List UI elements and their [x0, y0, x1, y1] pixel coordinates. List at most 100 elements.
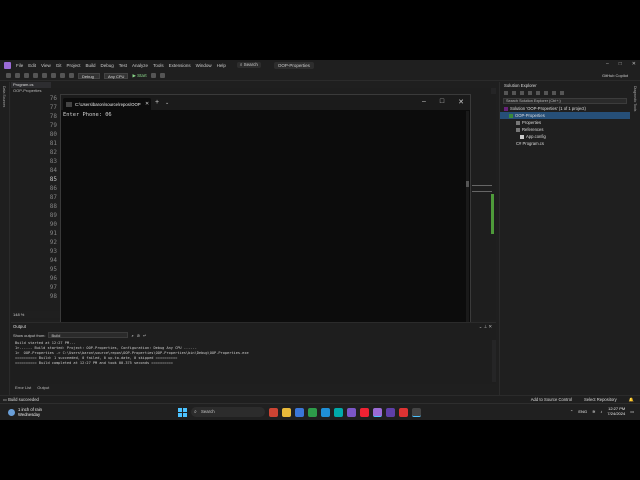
close-icon[interactable]: ✕ [488, 324, 492, 329]
tab-error-list[interactable]: Error List [15, 384, 31, 392]
terminal-window[interactable]: C:\Users\baron\source\repos\OOP ✕ + ⌄ – … [60, 94, 471, 326]
tree-node-references[interactable]: References [500, 126, 630, 133]
new-item-icon[interactable] [24, 73, 29, 78]
terminal-output[interactable]: Enter Phone: 06 [63, 112, 112, 118]
search-menu-button[interactable]: ⌕ Search [236, 62, 261, 68]
tree-node-app-config[interactable]: App.config [500, 133, 630, 140]
edge-icon[interactable] [321, 407, 330, 417]
menu-tools[interactable]: Tools [153, 63, 164, 68]
menu-bar: File Edit View Git Project Build Debug T… [0, 60, 640, 70]
file-explorer-icon[interactable] [282, 407, 291, 417]
home-icon[interactable] [520, 91, 524, 95]
settings-icon[interactable] [560, 91, 564, 95]
line-number: 87 [49, 194, 57, 201]
menu-help[interactable]: Help [217, 63, 226, 68]
menu-view[interactable]: View [41, 63, 51, 68]
language-indicator[interactable]: ENG [578, 409, 587, 414]
terminal-scroll-thumb[interactable] [466, 181, 469, 187]
wifi-icon[interactable]: ≋ [592, 409, 595, 414]
widgets-icon[interactable] [269, 407, 278, 417]
tree-node-program-cs[interactable]: C# Program.cs [500, 140, 630, 147]
weather-widget[interactable]: 1 inch of rain Wednesday [8, 407, 42, 417]
output-scrollbar[interactable] [492, 340, 496, 382]
refresh-icon[interactable] [544, 91, 548, 95]
start-without-debug-icon[interactable] [150, 73, 156, 78]
configuration-select[interactable]: Debug [78, 72, 100, 79]
select-repository-button[interactable]: Select Repository [584, 396, 617, 403]
save-icon[interactable] [42, 73, 47, 78]
visual-studio-icon[interactable] [373, 407, 382, 417]
terminal-tab[interactable]: C:\Users\baron\source\repos\OOP ✕ [63, 98, 151, 110]
menu-analyze[interactable]: Analyze [132, 63, 148, 68]
store-icon[interactable] [334, 407, 343, 417]
undo-icon[interactable] [60, 73, 65, 78]
close-tab-icon[interactable]: ✕ [145, 101, 149, 107]
output-panel-controls: ⌄ ⊥ ✕ [479, 324, 492, 330]
xbox-icon[interactable] [308, 407, 317, 417]
menu-window[interactable]: Window [196, 63, 212, 68]
clear-all-icon[interactable]: ⊘ [137, 333, 140, 338]
output-source-select[interactable]: Build [48, 332, 129, 338]
minimize-icon[interactable]: – [422, 98, 426, 106]
back-icon[interactable] [504, 91, 508, 95]
save-all-icon[interactable] [51, 73, 56, 78]
notification-center-icon[interactable]: ▭ [630, 409, 634, 414]
volume-icon[interactable]: ♪ [600, 409, 602, 414]
close-icon[interactable]: ✕ [458, 98, 464, 106]
taskbar-search-box[interactable]: Search [191, 407, 265, 417]
menu-edit[interactable]: Edit [28, 63, 36, 68]
platform-select[interactable]: Any CPU [104, 72, 129, 79]
maximize-icon[interactable]: □ [440, 98, 444, 106]
data-sources-tab[interactable]: Data Sources [2, 86, 6, 107]
chrome-icon[interactable] [399, 407, 408, 417]
tab-output[interactable]: Output [37, 384, 49, 392]
tree-node-label: App.config [526, 134, 546, 139]
add-to-source-control-button[interactable]: Add to Source Control [531, 396, 572, 403]
menu-file[interactable]: File [16, 63, 23, 68]
github-copilot-button[interactable]: GitHub Copilot [602, 73, 628, 78]
menu-test[interactable]: Test [119, 63, 127, 68]
forward-icon[interactable] [512, 91, 516, 95]
windows-start-icon[interactable] [178, 407, 187, 417]
sync-icon[interactable] [536, 91, 540, 95]
minimize-icon[interactable]: – [606, 61, 609, 67]
mail-icon[interactable] [295, 407, 304, 417]
media-player-icon[interactable] [360, 407, 369, 417]
redo-icon[interactable] [69, 73, 74, 78]
menu-build[interactable]: Build [86, 63, 96, 68]
clock[interactable]: 12:27 PM 7/24/2024 [607, 406, 625, 416]
collapse-all-icon[interactable] [552, 91, 556, 95]
tree-node-properties[interactable]: Properties [500, 119, 630, 126]
terminal-scrollbar[interactable] [466, 111, 469, 325]
editor-breadcrumb[interactable]: OOP-Properties [11, 88, 41, 93]
start-debug-button[interactable]: ▶ Start [132, 73, 146, 79]
diagnostic-tools-tab[interactable]: Diagnostic Tools [633, 86, 637, 111]
terminal-titlebar[interactable]: C:\Users\baron\source\repos\OOP ✕ + ⌄ – … [61, 95, 470, 110]
solution-search-input[interactable]: Search Solution Explorer (Ctrl+;) [503, 98, 627, 104]
chevron-down-icon[interactable]: ⌄ [165, 100, 169, 106]
menu-git[interactable]: Git [56, 63, 62, 68]
forward-icon[interactable] [15, 73, 20, 78]
onenote-icon[interactable] [386, 407, 395, 417]
back-icon[interactable] [6, 73, 11, 78]
terminal-app-icon[interactable] [347, 407, 356, 417]
line-number: 82 [49, 149, 57, 156]
close-icon[interactable]: ✕ [632, 61, 636, 67]
menu-debug[interactable]: Debug [101, 63, 114, 68]
output-text[interactable]: Build started at 12:27 PM... 1>------ Bu… [15, 341, 249, 366]
tree-node-project[interactable]: OOP-Properties [500, 112, 630, 119]
new-tab-icon[interactable]: + [155, 99, 159, 106]
command-prompt-icon[interactable] [412, 407, 421, 417]
tree-node-solution[interactable]: Solution 'OOP-Properties' (1 of 1 projec… [500, 105, 630, 112]
maximize-icon[interactable]: □ [619, 61, 622, 67]
find-icon[interactable]: ⌕ [131, 333, 133, 338]
line-number: 78 [49, 113, 57, 120]
notifications-icon[interactable]: 🔔 [629, 396, 634, 403]
open-icon[interactable] [33, 73, 38, 78]
chevron-up-icon[interactable]: ⌃ [570, 409, 573, 414]
menu-project[interactable]: Project [66, 63, 80, 68]
menu-extensions[interactable]: Extensions [169, 63, 191, 68]
hot-reload-icon[interactable] [159, 73, 165, 78]
switch-views-icon[interactable] [528, 91, 532, 95]
word-wrap-icon[interactable]: ↵ [143, 333, 146, 338]
